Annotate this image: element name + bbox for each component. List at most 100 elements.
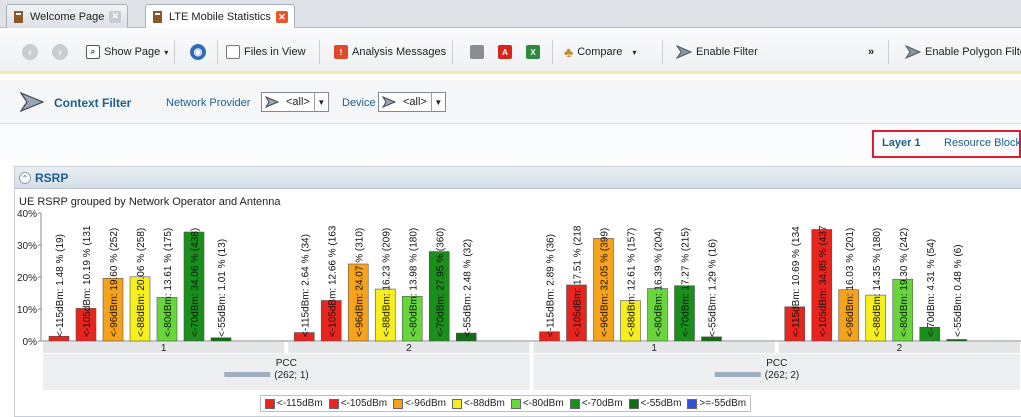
bar-data-label: <-88dBm: 16.23 % (209) bbox=[381, 228, 392, 337]
tab-layer-1[interactable]: Layer 1 bbox=[882, 137, 921, 149]
device-select[interactable]: <all> ▼ bbox=[378, 92, 446, 112]
chart-legend: <-115dBm <-105dBm <-96dBm <-88dBm <-80dBm <-7… bbox=[260, 395, 752, 412]
group-label: 2 bbox=[406, 343, 412, 354]
forward-button[interactable]: › bbox=[52, 41, 68, 63]
toolbar-overflow-button[interactable]: » bbox=[868, 41, 874, 63]
bar-data-label: <-105dBm: 34.85 % (437 bbox=[818, 225, 829, 337]
globe-button[interactable]: ◉ bbox=[190, 41, 206, 63]
chart-bar bbox=[210, 337, 232, 342]
chevron-down-icon[interactable]: ▾ bbox=[164, 48, 168, 57]
enable-polygon-filter-label: Enable Polygon Filter bbox=[925, 46, 1021, 58]
legend-swatch bbox=[687, 398, 698, 409]
legend-label: <-88dBm bbox=[463, 398, 505, 409]
analysis-messages-label: Analysis Messages bbox=[352, 46, 447, 58]
rsrp-bar-chart: 40% 30% 20% 10% 0% <-115dBm: 1.48 % (19) <-105… bbox=[17, 209, 1021, 390]
chevron-down-icon[interactable]: ▼ bbox=[313, 93, 328, 111]
enable-polygon-filter-button[interactable]: Enable Polygon Filter bbox=[905, 41, 1021, 63]
group-label: 1 bbox=[651, 343, 657, 354]
rsrp-section-header[interactable]: ⌃ RSRP bbox=[15, 167, 1021, 189]
chevron-down-icon[interactable]: ▼ bbox=[430, 93, 445, 111]
close-icon[interactable]: ✕ bbox=[275, 11, 288, 23]
tab-resource-blocks[interactable]: Resource Blocks bbox=[944, 137, 1021, 149]
excel-icon: X bbox=[526, 45, 540, 59]
operator-name-label: PCC bbox=[276, 358, 297, 369]
filter-funnel-icon bbox=[262, 93, 282, 111]
bar-data-label: <-105dBm: 12.66 % (163 bbox=[327, 225, 338, 337]
polygon-filter-icon bbox=[905, 45, 921, 59]
tab-lte-mobile-statistics[interactable]: LTE Mobile Statistics ✕ bbox=[145, 4, 295, 29]
bar-data-label: <-115dBm: 2.64 % (34) bbox=[300, 234, 311, 337]
bar-data-label: <-115dBm: 2.89 % (36) bbox=[546, 234, 557, 337]
toolbar-separator bbox=[174, 40, 175, 64]
y-tick-label: 20% bbox=[17, 273, 37, 284]
show-page-button[interactable]: ⌕ Show Page ▾ bbox=[86, 41, 168, 63]
bar-data-label: <-105dBm: 10.19 % (131 bbox=[82, 225, 93, 337]
close-icon[interactable]: ✕ bbox=[109, 10, 122, 23]
legend-label: <-55dBm bbox=[640, 398, 682, 409]
legend-item: <-96dBm bbox=[393, 398, 446, 409]
globe-icon: ◉ bbox=[190, 44, 206, 60]
document-icon bbox=[153, 11, 162, 23]
legend-item: <-88dBm bbox=[451, 398, 505, 409]
analysis-messages-button[interactable]: ! Analysis Messages bbox=[334, 41, 446, 63]
enable-filter-button[interactable]: Enable Filter bbox=[676, 41, 758, 63]
chevron-down-icon[interactable]: ▾ bbox=[632, 48, 636, 57]
compare-button[interactable]: ♣ Compare ▾ bbox=[564, 41, 636, 63]
bar-data-label: <-96dBm: 32.05 % (399) bbox=[600, 228, 611, 337]
legend-item: <-115dBm bbox=[265, 398, 323, 409]
bar-data-label: <-70dBm: 4.31 % (54) bbox=[926, 239, 937, 337]
legend-item: <-105dBm bbox=[328, 398, 387, 409]
bar-data-label: <-55dBm: 1.29 % (16) bbox=[708, 239, 719, 337]
export-excel-button[interactable]: X bbox=[526, 41, 540, 63]
bar-data-label: <-70dBm: 34.06 % (438) bbox=[190, 228, 201, 337]
show-page-label: Show Page bbox=[104, 46, 161, 58]
export-button[interactable] bbox=[470, 41, 484, 63]
bar-data-label: <-115dBm: 1.48 % (19) bbox=[55, 234, 66, 337]
tab-label: Welcome Page bbox=[30, 10, 105, 23]
bar-data-label: <-55dBm: 2.48 % (32) bbox=[462, 239, 473, 337]
tab-welcome-page[interactable]: Welcome Page ✕ bbox=[6, 4, 129, 28]
legend-swatch bbox=[393, 398, 404, 409]
legend-item: <-70dBm bbox=[569, 398, 623, 409]
tab-bar: Welcome Page ✕ LTE Mobile Statistics ✕ bbox=[0, 0, 1021, 29]
enable-filter-label: Enable Filter bbox=[696, 46, 758, 58]
network-provider-value: <all> bbox=[286, 96, 310, 108]
operator-name-label: PCC bbox=[766, 358, 787, 369]
files-in-view-label: Files in View bbox=[244, 46, 306, 58]
context-filter-title: Context Filter bbox=[54, 96, 132, 110]
network-provider-select[interactable]: <all> ▼ bbox=[261, 92, 329, 112]
legend-label: <-80dBm bbox=[522, 398, 564, 409]
legend-swatch bbox=[628, 398, 639, 409]
group-label: 1 bbox=[161, 343, 167, 354]
back-button[interactable]: ‹ bbox=[22, 41, 38, 63]
legend-swatch bbox=[328, 398, 339, 409]
bar-data-label: <-80dBm: 19.30 % (242) bbox=[899, 228, 910, 337]
legend-swatch bbox=[265, 398, 275, 409]
chart-bar bbox=[946, 339, 968, 342]
toolbar-separator bbox=[452, 40, 453, 64]
legend-swatch bbox=[451, 398, 462, 409]
bar-data-label: <-70dBm: 17.27 % (215) bbox=[681, 228, 692, 337]
collapse-icon[interactable]: ⌃ bbox=[19, 172, 31, 184]
document-icon bbox=[14, 10, 23, 23]
toolbar-separator bbox=[888, 40, 889, 64]
bar-data-label: <-96dBm: 16.03 % (201) bbox=[845, 228, 856, 337]
cube-icon bbox=[470, 45, 484, 59]
bar-data-label: <-88dBm: 14.35 % (180) bbox=[872, 228, 883, 337]
bar-data-label: <-96dBm: 19.60 % (252) bbox=[109, 228, 120, 337]
files-in-view-button[interactable]: Files in View bbox=[226, 41, 306, 63]
export-pdf-button[interactable]: A bbox=[498, 41, 512, 63]
legend-swatch bbox=[569, 398, 580, 409]
search-page-icon: ⌕ bbox=[86, 45, 100, 59]
bar-data-label: <-80dBm: 13.98 % (180) bbox=[408, 228, 419, 337]
bar-data-label: <-105dBm: 17.51 % (218 bbox=[573, 225, 584, 337]
pdf-icon: A bbox=[498, 45, 512, 59]
bar-data-label: <-88dBm: 12.61 % (157) bbox=[627, 228, 638, 337]
operator-id-label: (262; 1) bbox=[274, 370, 308, 381]
operator-redacted-block bbox=[224, 372, 271, 377]
y-tick-label: 30% bbox=[17, 241, 37, 252]
context-filter-icon bbox=[20, 92, 44, 112]
section-title: RSRP bbox=[35, 171, 69, 185]
legend-item: >=-55dBm bbox=[687, 398, 746, 409]
network-provider-label: Network Provider bbox=[166, 97, 251, 109]
